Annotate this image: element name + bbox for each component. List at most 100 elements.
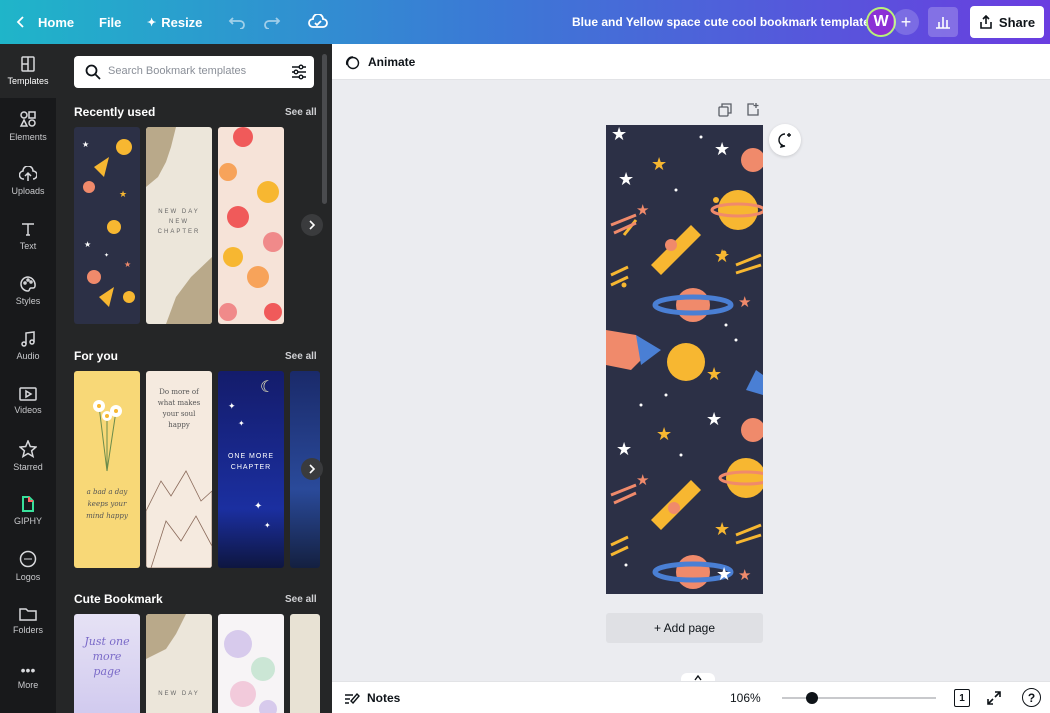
undo-icon: [228, 17, 245, 29]
svg-text:★: ★: [738, 294, 751, 311]
sparkle-icon: ✦: [254, 501, 263, 512]
see-all-link[interactable]: See all: [285, 594, 317, 605]
palette-icon: [20, 276, 36, 292]
svg-text:★: ★: [119, 189, 127, 199]
add-page-button[interactable]: + Add page: [606, 613, 763, 643]
add-comment-icon: [778, 133, 791, 148]
template-thumb-new-day[interactable]: NEW DAY NEW CHAPTER: [146, 127, 212, 324]
side-rail: Templates Elements Uploads Text Styles A…: [0, 44, 56, 713]
plus-icon: +: [900, 11, 912, 32]
notes-button[interactable]: Notes: [367, 691, 400, 705]
zoom-slider-thumb[interactable]: [806, 692, 818, 704]
svg-text:★: ★: [738, 567, 751, 584]
see-all-link[interactable]: See all: [285, 107, 317, 118]
zoom-level[interactable]: 106%: [730, 691, 761, 705]
sparkle-icon: ✦: [228, 401, 236, 411]
cloud-save-button[interactable]: [308, 0, 328, 44]
elements-icon: [19, 111, 36, 127]
svg-text:★: ★: [636, 202, 649, 219]
rail-item-starred[interactable]: Starred: [0, 429, 56, 483]
svg-text:★: ★: [611, 125, 627, 144]
svg-text:★: ★: [616, 439, 632, 459]
template-thumb-space[interactable]: ★ ★ ★ ★ ✦: [74, 127, 140, 324]
share-upload-icon: [980, 15, 992, 29]
svg-text:✦: ✦: [104, 252, 109, 259]
rail-item-logos[interactable]: Logos: [0, 539, 56, 593]
search-input[interactable]: Search Bookmark templates: [108, 65, 246, 77]
rail-label: Starred: [13, 462, 43, 472]
fullscreen-icon[interactable]: [987, 691, 1001, 705]
document-title[interactable]: Blue and Yellow space cute cool bookmark…: [572, 0, 870, 44]
bookmark-page[interactable]: ★ ★ ★ ★ ★ ★ ★ ★ ★ ★ ★ ★ ★ ★ ★: [606, 125, 763, 594]
rail-item-videos[interactable]: Videos: [0, 374, 56, 428]
page-count-button[interactable]: 1: [954, 689, 970, 707]
template-thumb-daisies[interactable]: a bad a day keeps your mind happy: [74, 371, 140, 568]
bottom-bar: Notes 106% 1 ?: [332, 681, 1050, 713]
rail-item-text[interactable]: Text: [0, 209, 56, 263]
search-box[interactable]: Search Bookmark templates: [74, 56, 314, 88]
template-thumb-just-one[interactable]: Just one more page: [74, 614, 140, 713]
template-thumb-new-day-2[interactable]: NEW DAY: [146, 614, 212, 713]
rail-item-elements[interactable]: Elements: [0, 99, 56, 153]
svg-text:★: ★: [651, 154, 667, 174]
rail-item-uploads[interactable]: Uploads: [0, 154, 56, 208]
mountain-line-art: [146, 470, 212, 568]
logo-icon: [19, 550, 37, 568]
resize-button[interactable]: ✦ Resize: [147, 0, 202, 44]
music-note-icon: [21, 331, 35, 347]
panel-scrollbar[interactable]: [322, 54, 327, 204]
rail-item-audio[interactable]: Audio: [0, 319, 56, 373]
star-icon: [19, 440, 37, 458]
help-button[interactable]: ?: [1022, 688, 1041, 707]
help-icon: ?: [1027, 690, 1036, 705]
svg-text:★: ★: [656, 424, 672, 444]
add-page-icon[interactable]: [746, 102, 760, 116]
svg-text:★: ★: [714, 519, 730, 539]
svg-text:★: ★: [124, 260, 131, 269]
rail-label: Elements: [9, 132, 47, 142]
rail-item-folders[interactable]: Folders: [0, 594, 56, 648]
watercolor-flowers: [224, 630, 277, 713]
rail-item-giphy[interactable]: GIPHY: [0, 484, 56, 538]
thumb-text: a bad a day keeps your mind happy: [86, 488, 128, 520]
template-thumb-partial[interactable]: [290, 614, 320, 713]
duplicate-page-icon[interactable]: [718, 103, 732, 117]
rail-item-more[interactable]: ••• More: [0, 649, 56, 703]
rail-label: Uploads: [11, 186, 45, 196]
rail-label: Templates: [7, 76, 49, 86]
animate-button[interactable]: Animate: [368, 55, 415, 69]
home-button[interactable]: Home: [16, 0, 74, 44]
carousel-next-button[interactable]: [301, 214, 323, 236]
redo-button[interactable]: [263, 0, 281, 44]
section-title-recently-used: Recently used: [74, 105, 156, 119]
svg-text:★: ★: [714, 139, 730, 159]
rail-label: Audio: [16, 351, 40, 361]
thumb-text: NEW DAY: [158, 691, 200, 697]
insights-button[interactable]: [928, 7, 958, 37]
see-all-link[interactable]: See all: [285, 351, 317, 362]
template-thumb-watercolor[interactable]: [218, 614, 284, 713]
editor-toolbar: Animate: [332, 44, 1050, 80]
giphy-icon: [22, 496, 34, 512]
svg-text:★: ★: [716, 564, 732, 584]
rail-item-templates[interactable]: Templates: [0, 44, 56, 98]
rail-item-styles[interactable]: Styles: [0, 264, 56, 318]
template-thumb-flowers[interactable]: [218, 127, 284, 324]
cloud-check-icon: [308, 14, 328, 28]
template-thumb-do-more[interactable]: Do more of what makes your soul happy: [146, 371, 212, 568]
add-collaborator-button[interactable]: +: [893, 9, 919, 35]
file-menu[interactable]: File: [99, 0, 121, 44]
cloud-upload-icon: [19, 166, 37, 181]
share-button[interactable]: Share: [970, 6, 1044, 38]
carousel-next-button[interactable]: [301, 458, 323, 480]
filter-sliders-icon[interactable]: [291, 64, 307, 80]
thumb-text: NEW DAY NEW CHAPTER: [157, 209, 201, 235]
animate-icon: [345, 56, 360, 70]
svg-text:★: ★: [618, 169, 634, 189]
comment-button[interactable]: [769, 124, 801, 156]
flower-pattern-thumb: [219, 127, 283, 321]
redo-icon: [264, 17, 281, 29]
undo-button[interactable]: [228, 0, 246, 44]
user-avatar[interactable]: W: [866, 7, 896, 37]
template-thumb-one-more[interactable]: ☾ ✦ ✦ ONE MORE CHAPTER ✦ ✦: [218, 371, 284, 568]
